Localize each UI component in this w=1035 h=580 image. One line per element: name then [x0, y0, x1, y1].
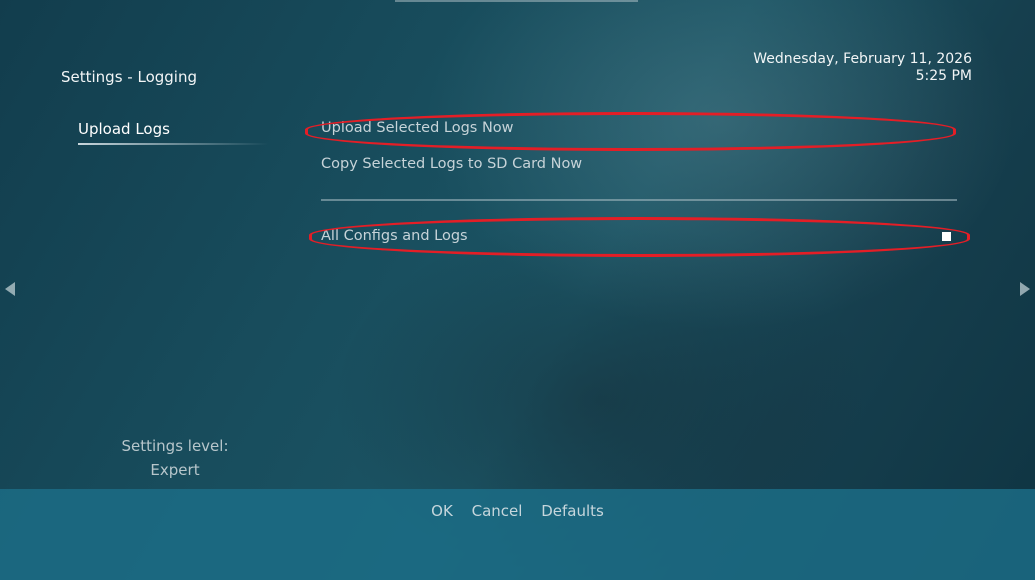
copy-logs-to-sd-button[interactable]: Copy Selected Logs to SD Card Now: [321, 156, 582, 172]
settings-level-value: Expert: [150, 461, 200, 479]
footer-buttons: OK Cancel Defaults: [0, 502, 1035, 520]
annotation-highlight-upload: [305, 112, 956, 151]
date-text: Wednesday, February 11, 2026: [753, 51, 972, 67]
window-title: Settings - Logging: [61, 68, 197, 86]
cancel-button[interactable]: Cancel: [472, 502, 523, 520]
settings-level[interactable]: Settings level: Expert: [60, 434, 290, 482]
section-divider: [321, 199, 957, 201]
arrow-right-icon[interactable]: [1020, 282, 1030, 296]
ok-button[interactable]: OK: [431, 502, 453, 520]
clock: Wednesday, February 11, 2026 5:25 PM: [753, 51, 972, 85]
settings-level-label: Settings level:: [121, 437, 229, 455]
selected-category-underline: [78, 143, 268, 145]
sidebar-item-upload-logs[interactable]: Upload Logs: [78, 120, 170, 138]
defaults-button[interactable]: Defaults: [541, 502, 604, 520]
time-text: 5:25 PM: [915, 68, 972, 84]
top-divider: [395, 0, 638, 2]
annotation-highlight-configs: [309, 217, 970, 257]
arrow-left-icon[interactable]: [5, 282, 15, 296]
